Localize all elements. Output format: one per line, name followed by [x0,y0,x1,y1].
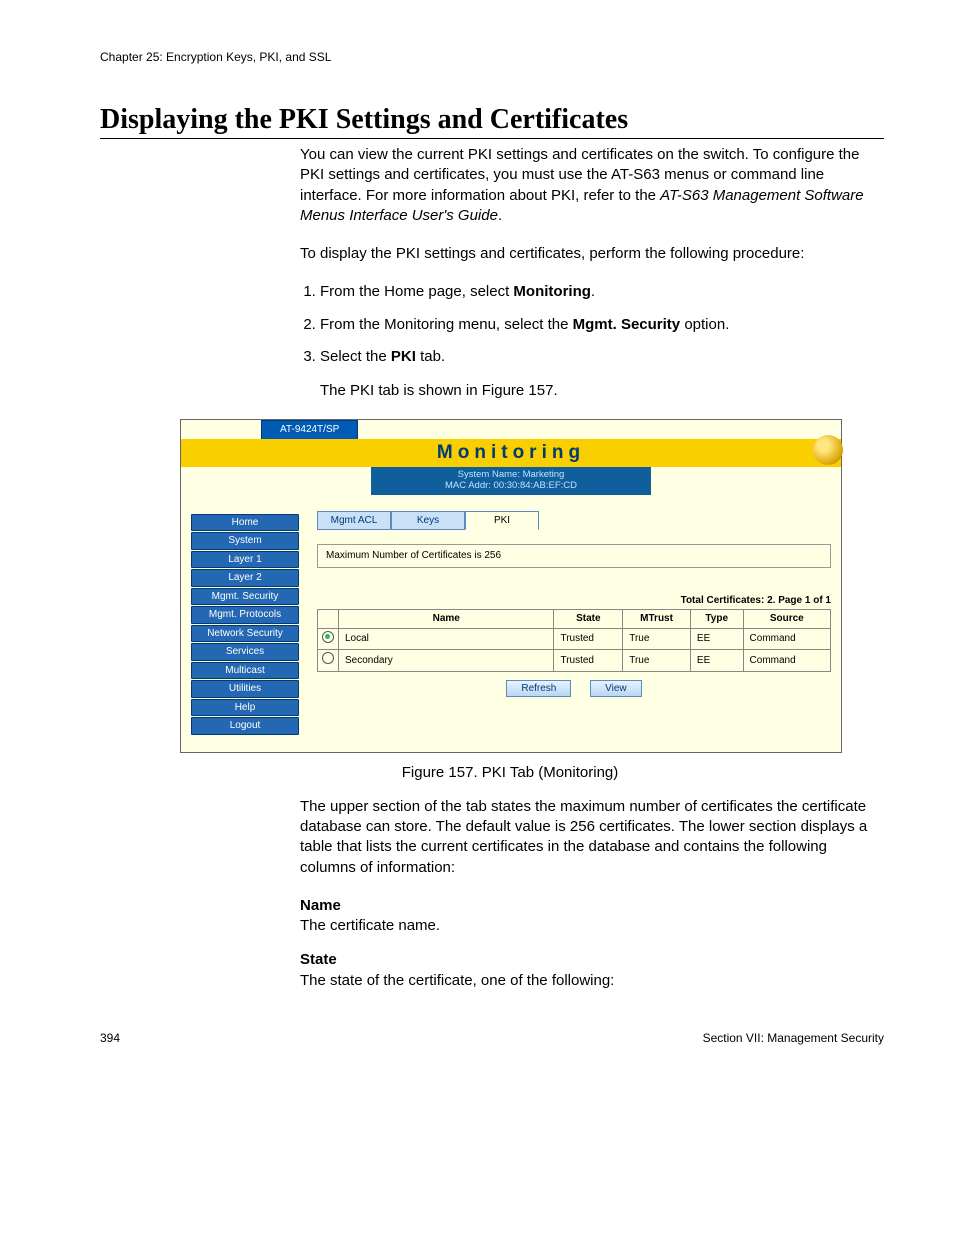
nav-multicast[interactable]: Multicast [191,662,299,680]
step-1: From the Home page, select Monitoring. [320,282,884,302]
nav-network-security[interactable]: Network Security [191,625,299,643]
tab-mgmt-acl[interactable]: Mgmt ACL [317,511,391,531]
cell-state: Trusted [554,650,623,672]
cell-mtrust: True [623,650,691,672]
cell-type: EE [690,650,743,672]
after-figure-paragraph: The upper section of the tab states the … [300,797,884,878]
cell-name: Secondary [339,650,554,672]
step-3b: PKI [391,348,416,365]
cell-source: Command [743,650,830,672]
col-source: Source [743,610,830,629]
step-2b: Mgmt. Security [573,316,681,333]
col-state: State [554,610,623,629]
step-3c: tab. [416,348,445,365]
certificates-table: Name State MTrust Type Source Local Trus… [317,609,831,672]
row-radio[interactable] [322,631,334,643]
step-2a: From the Monitoring menu, select the [320,316,573,333]
step-1a: From the Home page, select [320,283,513,300]
nav-sidebar: Home System Layer 1 Layer 2 Mgmt. Securi… [191,505,299,736]
col-mtrust: MTrust [623,610,691,629]
page-footer: 394 Section VII: Management Security [100,1031,884,1045]
def-state-term: State [300,950,884,970]
step-2c: option. [680,316,729,333]
tab-pki[interactable]: PKI [465,511,539,531]
nav-layer2[interactable]: Layer 2 [191,569,299,587]
system-info: System Name: Marketing MAC Addr: 00:30:8… [371,467,651,495]
step-2: From the Monitoring menu, select the Mgm… [320,315,884,335]
table-row: Local Trusted True EE Command [318,628,831,650]
col-type: Type [690,610,743,629]
intro-text-1c: . [498,207,502,224]
cell-name: Local [339,628,554,650]
refresh-button[interactable]: Refresh [506,680,571,698]
def-name-desc: The certificate name. [300,916,884,936]
nav-logout[interactable]: Logout [191,717,299,735]
model-bar: AT-9424T/SP [181,420,841,439]
cell-source: Command [743,628,830,650]
step-1b: Monitoring [513,283,590,300]
step-3-after: The PKI tab is shown in Figure 157. [320,381,884,401]
page-number: 394 [100,1031,120,1045]
col-select [318,610,339,629]
col-name: Name [339,610,554,629]
total-certificates: Total Certificates: 2. Page 1 of 1 [317,594,831,608]
intro-paragraph-2: To display the PKI settings and certific… [300,244,884,264]
table-header-row: Name State MTrust Type Source [318,610,831,629]
procedure-steps: From the Home page, select Monitoring. F… [300,282,884,401]
monitoring-heading: Monitoring [437,442,585,463]
section-label: Section VII: Management Security [703,1031,884,1045]
system-name: System Name: Marketing [371,469,651,480]
nav-services[interactable]: Services [191,643,299,661]
content-panel: Mgmt ACL Keys PKI Maximum Number of Cert… [317,505,831,736]
def-name-term: Name [300,896,884,916]
max-cert-box: Maximum Number of Certificates is 256 [317,544,831,568]
title-band: Monitoring [181,439,841,467]
chapter-header: Chapter 25: Encryption Keys, PKI, and SS… [100,50,884,64]
def-state-desc: The state of the certificate, one of the… [300,971,884,991]
page-title: Displaying the PKI Settings and Certific… [100,104,884,139]
button-row: Refresh View [317,680,831,698]
step-3: Select the PKI tab. The PKI tab is shown… [320,347,884,402]
nav-mgmt-protocols[interactable]: Mgmt. Protocols [191,606,299,624]
cell-type: EE [690,628,743,650]
step-1c: . [591,283,595,300]
row-radio[interactable] [322,652,334,664]
view-button[interactable]: View [590,680,642,698]
figure-pki-tab: AT-9424T/SP Monitoring System Name: Mark… [180,419,842,752]
intro-paragraph-1: You can view the current PKI settings an… [300,145,884,226]
mac-address: MAC Addr: 00:30:84:AB:EF:CD [371,480,651,491]
tab-row: Mgmt ACL Keys PKI [317,511,831,531]
globe-icon [813,435,843,465]
cell-mtrust: True [623,628,691,650]
nav-layer1[interactable]: Layer 1 [191,551,299,569]
step-3a: Select the [320,348,391,365]
tab-keys[interactable]: Keys [391,511,465,531]
nav-mgmt-security[interactable]: Mgmt. Security [191,588,299,606]
nav-system[interactable]: System [191,532,299,550]
nav-home[interactable]: Home [191,514,299,532]
nav-help[interactable]: Help [191,699,299,717]
nav-utilities[interactable]: Utilities [191,680,299,698]
figure-caption: Figure 157. PKI Tab (Monitoring) [180,763,840,783]
table-row: Secondary Trusted True EE Command [318,650,831,672]
model-label: AT-9424T/SP [261,420,358,439]
cell-state: Trusted [554,628,623,650]
